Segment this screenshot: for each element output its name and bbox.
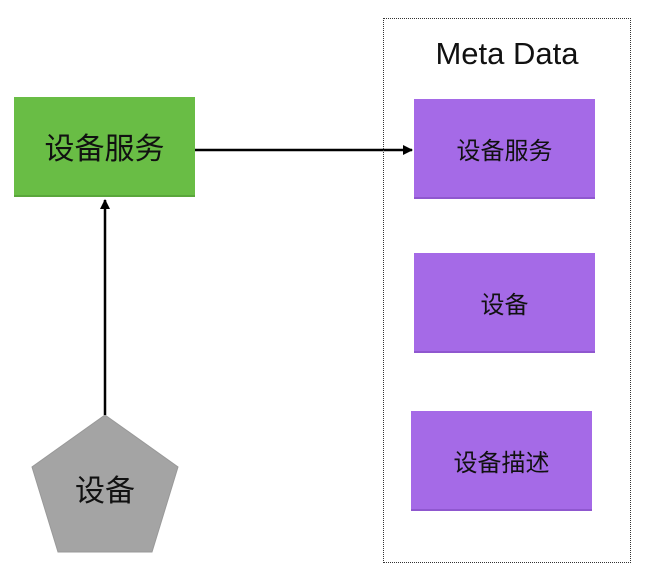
meta-item-device-description: 设备描述 bbox=[411, 411, 592, 511]
meta-data-title: Meta Data bbox=[435, 36, 579, 71]
device-label: 设备 bbox=[75, 474, 135, 509]
meta-item-label: 设备描述 bbox=[453, 448, 550, 477]
meta-item-label: 设备 bbox=[480, 290, 529, 319]
meta-item-label: 设备服务 bbox=[456, 136, 553, 165]
device-service-label: 设备服务 bbox=[44, 132, 165, 167]
meta-item-device-service: 设备服务 bbox=[414, 99, 595, 199]
device-service-node: 设备服务 bbox=[14, 97, 195, 197]
meta-item-device: 设备 bbox=[414, 253, 595, 353]
